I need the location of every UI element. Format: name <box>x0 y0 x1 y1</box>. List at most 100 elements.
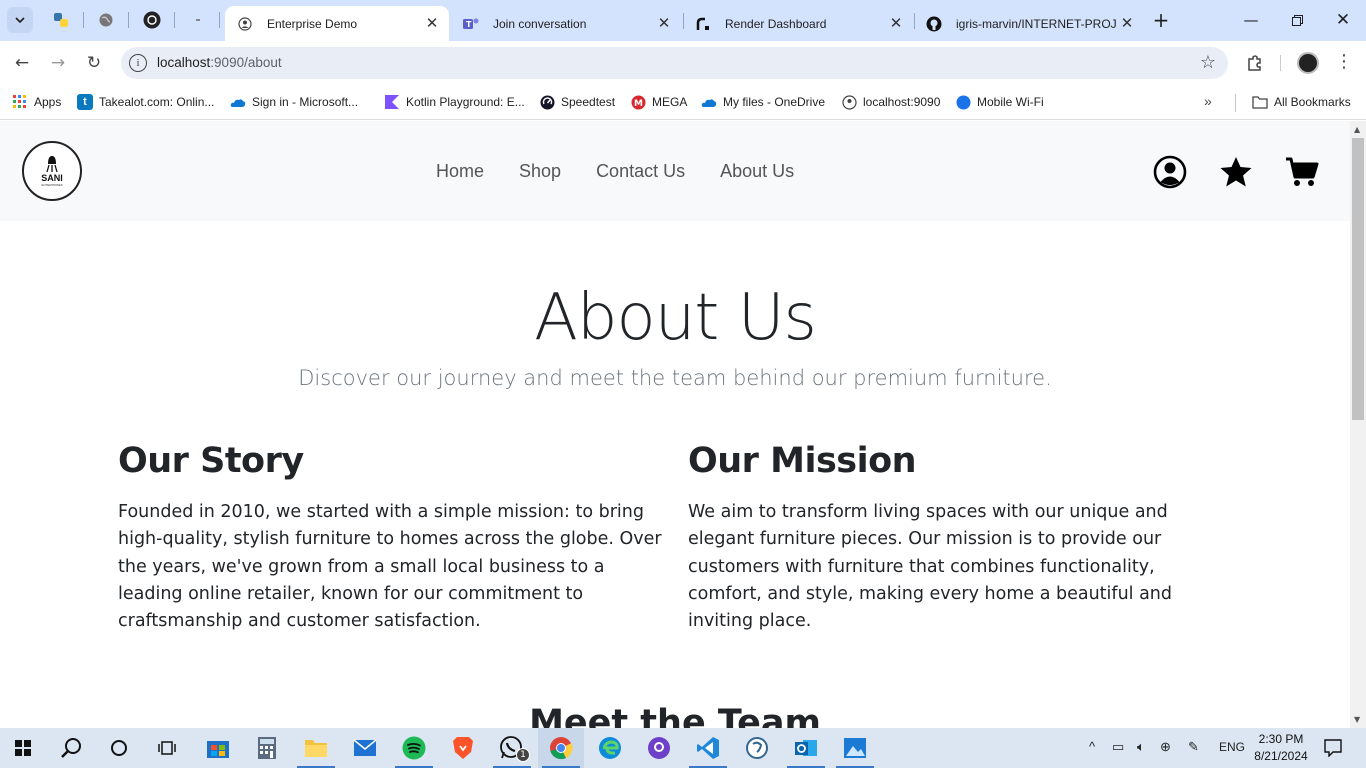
bookmark-star-icon[interactable]: ☆ <box>1200 52 1216 73</box>
nav-shop[interactable]: Shop <box>519 161 561 182</box>
close-tab-icon[interactable]: ✕ <box>423 14 441 32</box>
taskbar-brave[interactable] <box>440 728 486 768</box>
clock[interactable]: 2:30 PM 8/21/2024 <box>1252 731 1310 765</box>
site-info-icon[interactable]: i <box>129 54 147 72</box>
new-tab-button[interactable]: + <box>1148 7 1174 33</box>
folder-explorer-icon <box>305 740 327 757</box>
task-view-button[interactable] <box>144 728 190 768</box>
taskbar-spotify[interactable] <box>391 728 437 768</box>
cortana-button[interactable] <box>96 728 142 768</box>
taskbar-photos[interactable] <box>832 728 878 768</box>
taskbar-file-explorer[interactable] <box>293 728 339 768</box>
more-bookmarks-icon[interactable]: » <box>1204 93 1212 109</box>
page-viewport: SANI ENTERPRISES Home Shop Contact Us Ab… <box>0 121 1350 728</box>
back-button[interactable]: ← <box>8 49 36 77</box>
taskbar-whatsapp[interactable]: 1 <box>489 728 535 768</box>
bookmark-takealot[interactable]: t Takealot.com: Onlin... <box>77 92 214 112</box>
bookmark-kotlin[interactable]: Kotlin Playground: E... <box>384 92 525 112</box>
favorites-button[interactable] <box>1218 154 1254 190</box>
tab-render-dashboard[interactable]: Render Dashboard ✕ <box>683 6 913 41</box>
page-scrollbar[interactable]: ▲ ▼ <box>1350 121 1366 728</box>
account-icon <box>1153 155 1187 189</box>
bookmark-mobile-wifi[interactable]: Mobile Wi-Fi <box>955 92 1044 112</box>
takealot-icon: t <box>77 94 93 110</box>
tab-join-conversation[interactable]: T Join conversation ✕ <box>451 6 681 41</box>
python-icon <box>54 13 68 27</box>
brave-lion-icon <box>453 737 473 759</box>
nav-about-us[interactable]: About Us <box>720 161 794 182</box>
bookmark-microsoft-signin[interactable]: Sign in - Microsoft... <box>230 92 358 112</box>
all-bookmarks-button[interactable]: All Bookmarks <box>1252 92 1351 112</box>
reload-button[interactable]: ↻ <box>80 49 108 77</box>
taskbar-store[interactable] <box>195 728 241 768</box>
page-title: About Us <box>534 281 817 355</box>
taskbar-calculator[interactable] <box>244 728 290 768</box>
tab-search-button[interactable] <box>7 7 33 33</box>
notification-badge: 1 <box>516 748 530 762</box>
nav-home[interactable]: Home <box>436 161 484 182</box>
taskbar-edge[interactable] <box>587 728 633 768</box>
pen-icon[interactable]: ✎ <box>1188 739 1199 755</box>
bookmark-speedtest[interactable]: Speedtest <box>539 92 615 112</box>
bookmark-localhost[interactable]: localhost:9090 <box>841 92 940 112</box>
start-button[interactable] <box>0 728 46 768</box>
taskbar-postgres[interactable] <box>734 728 780 768</box>
scroll-up-icon[interactable]: ▲ <box>1354 125 1360 134</box>
close-tab-icon[interactable]: ✕ <box>887 14 905 32</box>
our-mission-section: Our Mission We aim to transform living s… <box>688 441 1228 635</box>
taskbar-github-desktop[interactable] <box>636 728 682 768</box>
our-story-text: Founded in 2010, we started with a simpl… <box>118 502 662 632</box>
url-text[interactable]: localhost:9090/about <box>157 55 282 70</box>
network-globe-icon[interactable]: ⊕ <box>1160 739 1171 755</box>
battery-icon[interactable]: ▭ <box>1112 739 1124 755</box>
pinned-tab-python[interactable] <box>49 8 73 32</box>
cortana-circle-icon <box>111 740 127 756</box>
pinned-tab-openai[interactable] <box>140 8 164 32</box>
bookmark-onedrive[interactable]: My files - OneDrive <box>701 92 825 112</box>
speedtest-icon <box>539 94 555 110</box>
address-bar[interactable]: i localhost:9090/about ☆ <box>121 47 1228 79</box>
taskbar-chrome[interactable] <box>538 728 584 768</box>
account-button[interactable] <box>1152 154 1188 190</box>
svg-text:M: M <box>634 99 643 109</box>
bookmark-apps[interactable]: Apps <box>12 92 61 112</box>
minimize-button[interactable]: — <box>1228 0 1274 40</box>
apps-grid-icon <box>12 94 28 110</box>
tab-github-repo[interactable]: igris-marvin/INTERNET-PROJE ✕ <box>914 6 1144 41</box>
close-window-button[interactable]: ✕ <box>1320 0 1366 40</box>
scroll-down-icon[interactable]: ▼ <box>1354 715 1360 724</box>
volume-icon[interactable]: 🔈︎ <box>1137 739 1145 755</box>
tab-title: igris-marvin/INTERNET-PROJE <box>956 16 1116 31</box>
forward-button[interactable]: → <box>44 49 72 77</box>
close-tab-icon[interactable]: ✕ <box>655 14 673 32</box>
site-navbar: SANI ENTERPRISES Home Shop Contact Us Ab… <box>0 121 1350 221</box>
brand-logo[interactable]: SANI ENTERPRISES <box>22 141 82 201</box>
kotlin-icon <box>384 94 400 110</box>
plus-icon: + <box>1152 8 1170 32</box>
bookmark-mega[interactable]: M MEGA <box>630 92 687 112</box>
extensions-button[interactable] <box>1241 49 1269 77</box>
page-subtitle: Discover our journey and meet the team b… <box>298 366 1052 390</box>
language-indicator[interactable]: ENG <box>1219 740 1245 754</box>
pinned-tab-minimal[interactable] <box>186 8 210 32</box>
restore-button[interactable] <box>1274 0 1320 40</box>
notifications-button[interactable] <box>1313 728 1353 768</box>
taskbar-mail[interactable] <box>342 728 388 768</box>
nav-contact-us[interactable]: Contact Us <box>596 161 685 182</box>
restore-icon <box>1291 14 1303 26</box>
close-tab-icon[interactable]: ✕ <box>1118 14 1136 32</box>
tab-enterprise-demo[interactable]: Enterprise Demo ✕ <box>225 6 449 41</box>
menu-button[interactable]: ⋮ <box>1335 53 1353 71</box>
taskbar-vscode[interactable] <box>685 728 731 768</box>
taskbar-outlook[interactable] <box>783 728 829 768</box>
pinned-tab-globe[interactable] <box>94 8 118 32</box>
scrollbar-thumb[interactable] <box>1352 138 1364 420</box>
profile-avatar[interactable] <box>1297 52 1319 74</box>
outlook-icon <box>795 740 817 756</box>
search-button[interactable] <box>48 728 94 768</box>
show-hidden-icons[interactable]: ^ <box>1089 739 1095 754</box>
bookmark-label: Takealot.com: Onlin... <box>99 95 215 109</box>
lamp-logo-icon <box>46 156 58 173</box>
cart-button[interactable] <box>1284 154 1320 190</box>
arrow-left-icon: ← <box>14 53 30 73</box>
